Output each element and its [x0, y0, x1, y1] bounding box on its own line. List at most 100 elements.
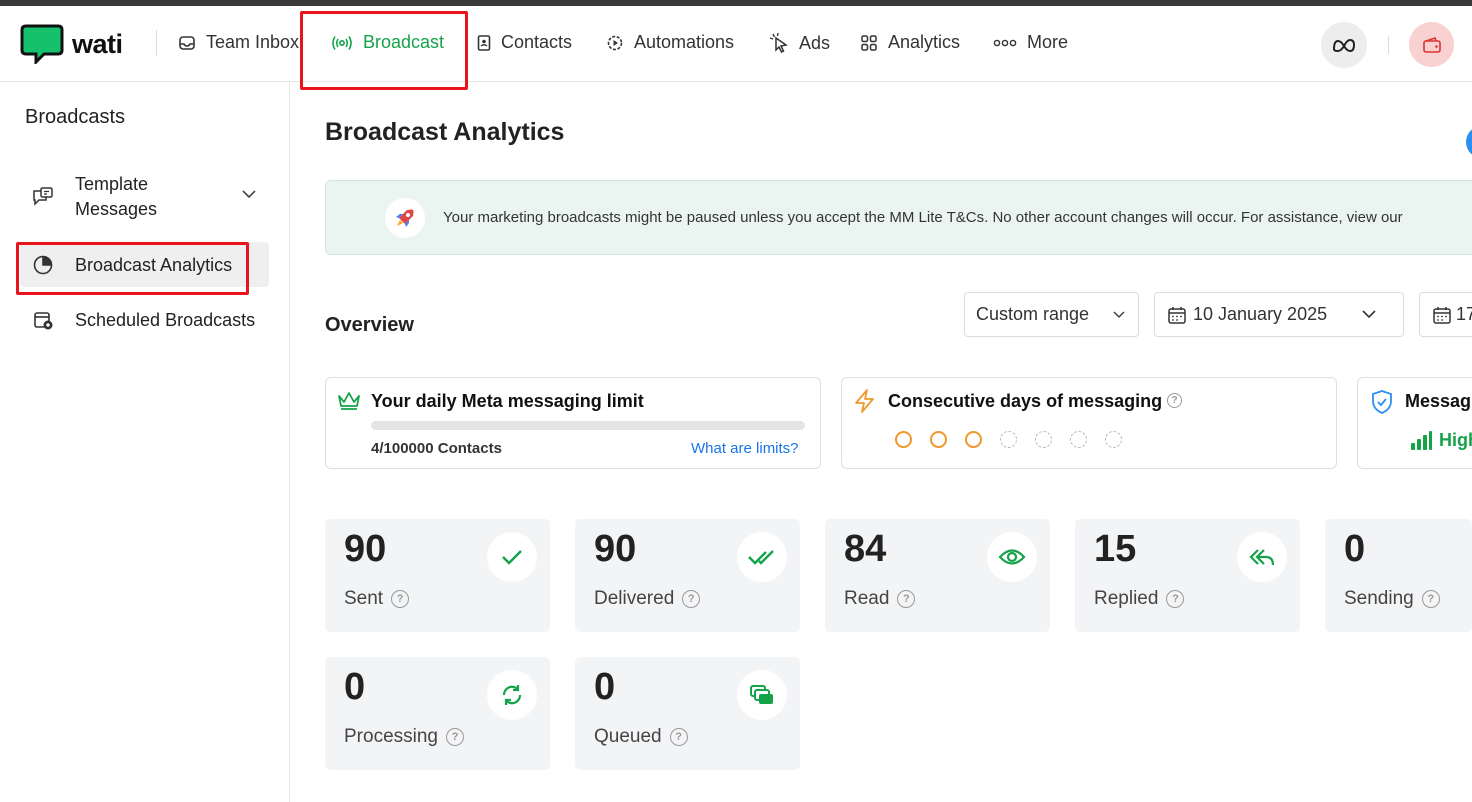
shield-check-icon [1372, 390, 1392, 414]
nav-automations[interactable]: Automations [606, 32, 734, 53]
page-title: Broadcast Analytics [325, 118, 565, 146]
stat-replied: 15 Replied? [1075, 519, 1300, 632]
stat-value: 0 [594, 666, 616, 708]
nav-analytics[interactable]: Analytics [860, 32, 960, 53]
stat-label: Sent? [344, 588, 410, 610]
help-icon[interactable]: ? [1421, 590, 1440, 608]
chevron-down-icon [1362, 310, 1376, 319]
stat-delivered: 90 Delivered? [575, 519, 800, 632]
contacts-icon [477, 34, 491, 51]
day-indicator-dot [1105, 431, 1122, 448]
nav-label: Contacts [501, 32, 573, 52]
wati-logo[interactable]: wati [20, 24, 123, 64]
stat-value: 84 [844, 528, 887, 570]
broadcast-highlight-box [300, 11, 468, 90]
messaging-limit-card: Your daily Meta messaging limit 4/100000… [325, 377, 821, 469]
help-icon[interactable]: ? [1166, 590, 1185, 608]
start-date-picker[interactable]: 10 January 2025 [1154, 292, 1404, 337]
refresh-icon [487, 670, 537, 720]
nav-ads[interactable]: Ads [769, 32, 830, 54]
nav-more[interactable]: More [993, 32, 1068, 53]
main-content: Broadcast Analytics Your marketing broad… [290, 82, 1472, 802]
stat-value: 90 [344, 528, 387, 570]
card-title: Your daily Meta messaging limit [371, 391, 644, 411]
help-icon[interactable]: ? [897, 590, 916, 608]
help-icon[interactable]: ? [446, 728, 464, 746]
automations-icon [607, 35, 623, 50]
nav-label: Team Inbox [206, 32, 300, 52]
limit-progress-bar [371, 421, 805, 430]
wallet-button[interactable] [1409, 22, 1454, 67]
help-button[interactable] [1466, 126, 1472, 158]
nav-team-inbox[interactable]: Team Inbox [178, 32, 299, 53]
check-icon [487, 532, 537, 582]
sidebar-item-template-messages[interactable]: Template Messages [20, 172, 270, 222]
end-date-value: 17 [1456, 304, 1472, 324]
card-title: Consecutive days of messaging [888, 391, 1163, 411]
eye-icon [987, 532, 1037, 582]
messaging-quality-card: Messagi High [1357, 377, 1472, 469]
end-date-picker[interactable]: 17 [1419, 292, 1472, 337]
sidebar-item-scheduled-broadcasts[interactable]: Scheduled Broadcasts [20, 307, 255, 333]
day-indicator-dot [895, 431, 912, 448]
meta-icon [1332, 38, 1356, 52]
meta-button[interactable] [1321, 22, 1367, 68]
calendar-icon [1433, 306, 1451, 324]
signal-bars-icon [1411, 431, 1432, 450]
stat-sent: 90 Sent? [325, 519, 550, 632]
card-title: Messagi [1405, 391, 1472, 411]
nav-label: More [1027, 32, 1069, 52]
sidebar-item-label: Scheduled Broadcasts [75, 309, 256, 330]
limit-usage-text: 4/100000 Contacts [371, 440, 502, 457]
help-icon[interactable]: ? [669, 728, 688, 746]
wallet-icon [1422, 36, 1441, 53]
day-indicator-dot [1035, 431, 1052, 448]
top-navigation: wati Team Inbox Broadcast Contacts Autom… [0, 6, 1472, 82]
nav-divider [156, 30, 157, 56]
chevron-down-icon[interactable] [242, 190, 256, 199]
day-indicator-dot [1000, 431, 1017, 448]
crown-icon [338, 392, 360, 410]
nav-contacts[interactable]: Contacts [477, 32, 572, 53]
reply-all-icon [1237, 532, 1287, 582]
sidebar: Broadcasts Template Messages Broadcast A… [0, 82, 290, 802]
chevron-down-icon [1113, 311, 1125, 319]
more-icon [993, 39, 1017, 46]
template-messages-icon [30, 184, 56, 210]
stat-sending: 0 Sending? [1325, 519, 1472, 632]
sidebar-title: Broadcasts [25, 106, 126, 128]
start-date-value: 10 January 2025 [1193, 304, 1328, 324]
stat-label: Read? [844, 588, 916, 610]
help-icon[interactable]: ? [1167, 393, 1182, 408]
stat-label: Processing? [344, 726, 464, 748]
stat-read: 84 Read? [825, 519, 1050, 632]
range-select-value: Custom range [976, 304, 1090, 324]
consecutive-days-card: Consecutive days of messaging ? [841, 377, 1337, 469]
overview-title: Overview [325, 314, 414, 336]
banner-text: Your marketing broadcasts might be pause… [443, 209, 1403, 226]
nav-label: Ads [799, 32, 831, 53]
stat-value: 15 [1094, 528, 1137, 570]
queue-icon [737, 670, 787, 720]
nav-label: Automations [634, 32, 735, 52]
inbox-icon [179, 35, 195, 50]
what-are-limits-link[interactable]: What are limits? [691, 440, 799, 457]
stat-processing: 0 Processing? [325, 657, 550, 770]
lightning-icon [855, 389, 874, 413]
mm-lite-banner: Your marketing broadcasts might be pause… [325, 180, 1472, 255]
ads-icon [769, 32, 788, 54]
nav-divider [1388, 36, 1389, 54]
rocket-icon [385, 198, 425, 238]
range-select[interactable]: Custom range [964, 292, 1139, 337]
sidebar-item-label: Template [75, 174, 149, 194]
stat-value: 90 [594, 528, 637, 570]
analytics-icon [861, 34, 877, 51]
day-indicator-dot [965, 431, 982, 448]
day-indicator-dot [1070, 431, 1087, 448]
help-icon[interactable]: ? [391, 590, 410, 608]
chat-bubble-logo-icon [20, 24, 64, 64]
stat-label: Sending? [1344, 588, 1440, 610]
sidebar-item-label: Messages [75, 199, 158, 219]
help-icon[interactable]: ? [682, 590, 701, 608]
stat-value: 0 [344, 666, 366, 708]
